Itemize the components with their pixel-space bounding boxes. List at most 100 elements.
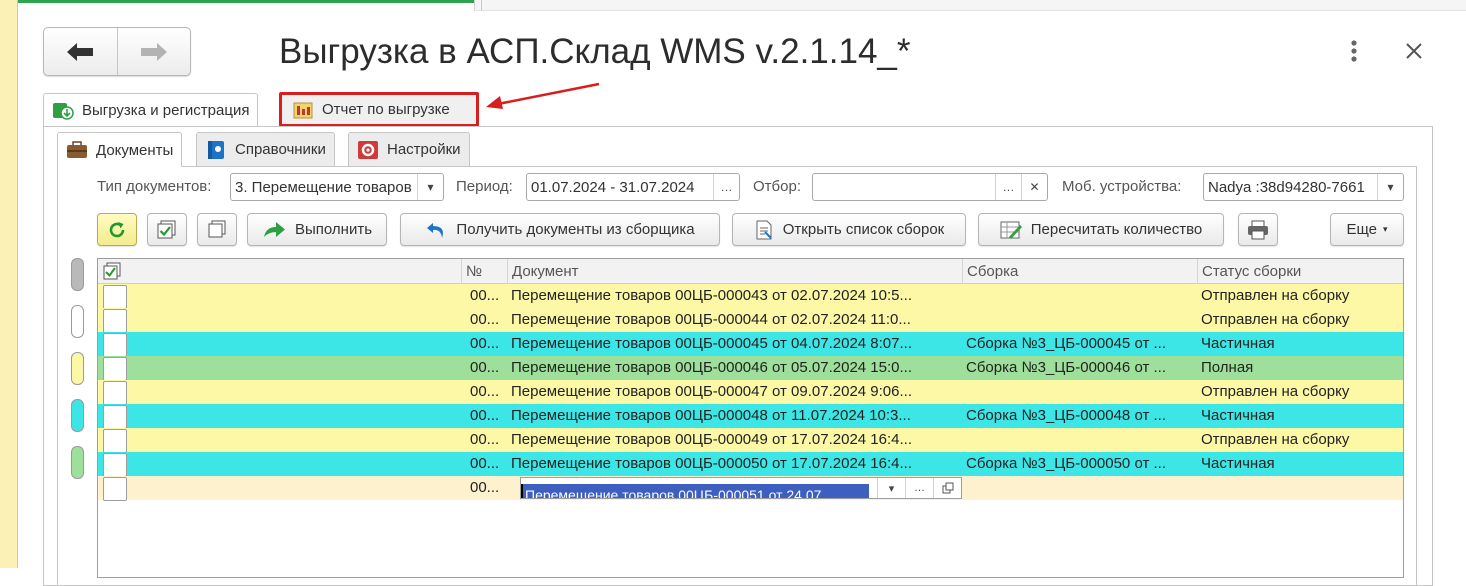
document-edit-value[interactable]: Перемещение товаров 00ЦБ-000051 от 24.07… xyxy=(521,484,869,498)
table-row-editing[interactable]: 00... Перемещение товаров 00ЦБ-000051 от… xyxy=(98,476,1403,501)
row-assembly: Сборка №3_ЦБ-000045 от ... xyxy=(966,335,1166,352)
selection-field[interactable]: … ✕ xyxy=(812,173,1048,201)
row-number: 00... xyxy=(470,479,500,496)
edit-table-icon xyxy=(1000,220,1022,240)
column-document[interactable]: Документ xyxy=(507,259,962,284)
row-checkbox[interactable] xyxy=(103,357,127,381)
row-status: Отправлен на сборку xyxy=(1201,431,1350,448)
doc-type-value: 3. Перемещение товаров xyxy=(235,178,412,196)
select-all-header[interactable] xyxy=(98,259,461,284)
print-button[interactable] xyxy=(1238,213,1278,246)
row-number: 00... xyxy=(470,383,500,400)
check-all-button[interactable] xyxy=(147,213,187,246)
ellipsis-icon[interactable]: … xyxy=(995,174,1021,200)
column-status[interactable]: Статус сборки xyxy=(1197,259,1403,284)
row-assembly: Сборка №3_ЦБ-000050 от ... xyxy=(966,455,1166,472)
table-row[interactable]: 00... Перемещение товаров 00ЦБ-000044 от … xyxy=(98,308,1403,333)
doc-type-select[interactable]: 3. Перемещение товаров ▾ xyxy=(230,173,444,201)
document-list-icon xyxy=(754,220,774,240)
tab-label: Настройки xyxy=(387,141,461,158)
chevron-down-icon[interactable]: ▾ xyxy=(417,174,443,200)
tab-export-report[interactable]: Отчет по выгрузке xyxy=(279,92,479,127)
table-row[interactable]: 00... Перемещение товаров 00ЦБ-000047 от … xyxy=(98,380,1403,405)
printer-icon xyxy=(1248,220,1268,239)
clear-icon[interactable]: ✕ xyxy=(1021,174,1047,200)
period-value: 01.07.2024 - 31.07.2024 xyxy=(531,178,695,196)
column-number[interactable]: № xyxy=(461,259,507,284)
tab-export-registration[interactable]: Выгрузка и регистрация xyxy=(43,93,259,126)
table-row[interactable]: 00... Перемещение товаров 00ЦБ-000045 от … xyxy=(98,332,1403,357)
navigation-buttons xyxy=(43,27,191,76)
undo-arrow-icon xyxy=(425,220,447,240)
open-assembly-list-button[interactable]: Открыть список сборок xyxy=(732,213,966,246)
more-vertical-icon[interactable] xyxy=(1344,39,1364,63)
table-header: № Документ Сборка Статус сборки xyxy=(98,259,1403,284)
row-status: Полная xyxy=(1201,359,1254,376)
top-panel-edge xyxy=(474,0,1466,11)
more-button[interactable]: Еще ▾ xyxy=(1330,213,1404,246)
row-checkbox[interactable] xyxy=(103,429,127,453)
forward-button[interactable] xyxy=(116,28,191,75)
row-number: 00... xyxy=(470,407,500,424)
recalculate-button[interactable]: Пересчитать количество xyxy=(978,213,1224,246)
table-row[interactable]: 00... Перемещение товаров 00ЦБ-000048 от … xyxy=(98,404,1403,429)
uncheck-all-icon xyxy=(208,220,226,237)
legend-swatch xyxy=(71,305,84,338)
column-assembly[interactable]: Сборка xyxy=(962,259,1197,284)
arrow-right-icon xyxy=(140,42,167,61)
chevron-down-icon[interactable]: ▾ xyxy=(1377,174,1403,200)
documents-table[interactable]: № Документ Сборка Статус сборки 00... Пер… xyxy=(97,258,1404,578)
legend-swatch xyxy=(71,352,84,385)
row-document: Перемещение товаров 00ЦБ-000049 от 17.07… xyxy=(511,431,912,448)
selection-label: Отбор: xyxy=(753,178,801,195)
doc-type-label: Тип документов: xyxy=(97,178,212,195)
get-documents-button[interactable]: Получить документы из сборщика xyxy=(400,213,720,246)
row-assembly xyxy=(962,380,1197,404)
devices-label: Моб. устройства: xyxy=(1062,178,1182,195)
chevron-down-icon[interactable]: ▾ xyxy=(877,478,905,498)
row-number: 00... xyxy=(470,455,500,472)
ellipsis-icon[interactable]: … xyxy=(905,478,933,498)
recalculate-label: Пересчитать количество xyxy=(1030,221,1203,238)
execute-button[interactable]: Выполнить xyxy=(247,213,387,246)
row-status: Отправлен на сборку xyxy=(1201,287,1350,304)
devices-select[interactable]: Nadya :38d94280-7661 ▾ xyxy=(1203,173,1404,201)
tab-references[interactable]: Справочники xyxy=(196,132,335,166)
tab-settings[interactable]: Настройки xyxy=(348,132,470,166)
table-row[interactable]: 00... Перемещение товаров 00ЦБ-000043 от … xyxy=(98,284,1403,309)
row-number: 00... xyxy=(470,335,500,352)
top-panel-split xyxy=(481,0,482,11)
tab-label: Отчет по выгрузке xyxy=(322,101,450,118)
uncheck-all-button[interactable] xyxy=(197,213,237,246)
row-checkbox[interactable] xyxy=(103,453,127,477)
table-row[interactable]: 00... Перемещение товаров 00ЦБ-000050 от … xyxy=(98,452,1403,477)
refresh-icon xyxy=(109,221,125,237)
open-form-icon[interactable] xyxy=(933,478,961,498)
table-row[interactable]: 00... Перемещение товаров 00ЦБ-000049 от … xyxy=(98,428,1403,453)
ellipsis-icon[interactable]: … xyxy=(713,174,739,200)
back-button[interactable] xyxy=(44,28,117,75)
row-checkbox[interactable] xyxy=(103,333,127,357)
period-label: Период: xyxy=(456,178,513,195)
table-row[interactable]: 00... Перемещение товаров 00ЦБ-000046 от … xyxy=(98,356,1403,381)
checkbox-checked-icon[interactable] xyxy=(102,262,122,280)
refresh-button[interactable] xyxy=(97,213,137,246)
period-field[interactable]: 01.07.2024 - 31.07.2024 … xyxy=(526,173,740,201)
row-checkbox[interactable] xyxy=(103,405,127,429)
row-status: Отправлен на сборку xyxy=(1201,311,1350,328)
row-checkbox[interactable] xyxy=(103,477,127,501)
window-title: Выгрузка в АСП.Склад WMS v.2.1.14_* xyxy=(279,32,911,71)
gear-icon xyxy=(357,140,379,160)
row-checkbox[interactable] xyxy=(103,285,127,309)
row-checkbox[interactable] xyxy=(103,309,127,333)
document-edit-field[interactable]: Перемещение товаров 00ЦБ-000051 от 24.07… xyxy=(520,477,962,499)
row-document: Перемещение товаров 00ЦБ-000044 от 02.07… xyxy=(511,311,911,328)
briefcase-icon xyxy=(66,140,88,160)
close-icon[interactable] xyxy=(1402,39,1426,63)
book-icon xyxy=(205,140,227,160)
tab-documents[interactable]: Документы xyxy=(57,132,183,167)
row-checkbox[interactable] xyxy=(103,381,127,405)
legend-swatch xyxy=(71,258,84,291)
annotation-arrow-icon xyxy=(486,82,600,109)
row-status: Частичная xyxy=(1201,455,1275,472)
